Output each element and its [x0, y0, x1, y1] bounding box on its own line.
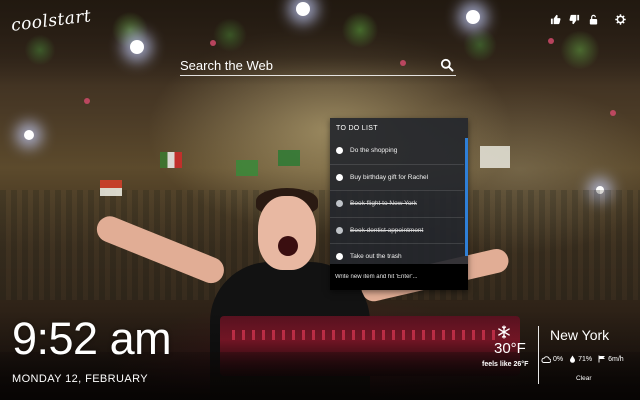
todo-checkbox[interactable]	[336, 226, 343, 234]
dj-mouth	[278, 236, 298, 256]
weather-divider	[538, 326, 539, 384]
clock-date: MONDAY 12, FEBRUARY	[12, 373, 148, 385]
todo-title: TO DO LIST	[336, 125, 378, 132]
flower-decor	[84, 98, 90, 104]
flower-decor	[210, 40, 216, 46]
clock-time: 9:52 am	[12, 313, 172, 364]
weather-precipitation: 0%	[541, 355, 563, 363]
todo-item[interactable]: Buy birthday gift for Rachel	[330, 165, 464, 191]
thumbs-up-icon[interactable]	[549, 13, 561, 25]
todo-item[interactable]: Book flight to New York	[330, 191, 464, 218]
unlock-icon[interactable]	[587, 13, 599, 25]
todo-list: Do the shopping Buy birthday gift for Ra…	[330, 138, 464, 271]
precipitation-value: 0%	[553, 355, 564, 363]
flower-decor	[548, 38, 554, 44]
stage-light	[296, 2, 310, 16]
weather-feels-like: feels like 26°F	[482, 361, 529, 368]
todo-panel: TO DO LIST Do the shopping Buy birthday …	[330, 118, 468, 290]
flag	[100, 180, 122, 196]
todo-checkbox[interactable]	[336, 200, 343, 208]
wind-flag-icon	[598, 355, 606, 363]
search-icon[interactable]	[440, 58, 454, 72]
flag	[236, 160, 258, 176]
humidity-value: 71%	[578, 355, 593, 363]
search-input[interactable]	[180, 55, 428, 75]
stage-light	[24, 130, 34, 140]
todo-checkbox[interactable]	[336, 173, 343, 181]
todo-item-label: Take out the trash	[350, 253, 402, 261]
thumbs-down-icon[interactable]	[568, 13, 580, 25]
todo-scrollbar[interactable]	[465, 138, 468, 256]
weather-humidity: 71%	[569, 355, 592, 363]
stage-light	[466, 10, 480, 24]
todo-input-bar	[330, 264, 468, 290]
dj-face	[258, 196, 316, 270]
flag	[160, 152, 182, 168]
weather-stats: 0% 71% 6m/h	[541, 355, 624, 363]
droplet-icon	[570, 355, 576, 363]
wind-value: 6m/h	[608, 355, 624, 363]
logo[interactable]: coolstart	[10, 6, 92, 52]
todo-item[interactable]: Do the shopping	[330, 138, 464, 165]
weather-condition: Clear	[576, 375, 592, 382]
todo-item-label: Book dentist appointment	[350, 226, 424, 234]
todo-new-item-input[interactable]	[335, 272, 463, 282]
flag	[480, 146, 510, 168]
todo-checkbox[interactable]	[336, 147, 343, 155]
stage-light	[130, 40, 144, 54]
todo-item-label: Buy birthday gift for Rachel	[350, 173, 429, 181]
snowflake-icon	[497, 325, 511, 339]
todo-item-label: Do the shopping	[350, 147, 398, 155]
cloud-icon	[541, 356, 551, 363]
todo-checkbox[interactable]	[336, 253, 343, 261]
top-toolbar	[549, 13, 626, 25]
weather-city[interactable]: New York	[550, 327, 609, 343]
weather-temperature: 30°F	[494, 340, 526, 357]
todo-item-label: Book flight to New York	[350, 200, 417, 208]
flower-decor	[610, 110, 616, 116]
todo-item[interactable]: Book dentist appointment	[330, 218, 464, 244]
flag	[278, 150, 300, 166]
gear-icon[interactable]	[614, 13, 626, 25]
search-bar	[180, 55, 456, 76]
weather-wind: 6m/h	[598, 355, 624, 363]
